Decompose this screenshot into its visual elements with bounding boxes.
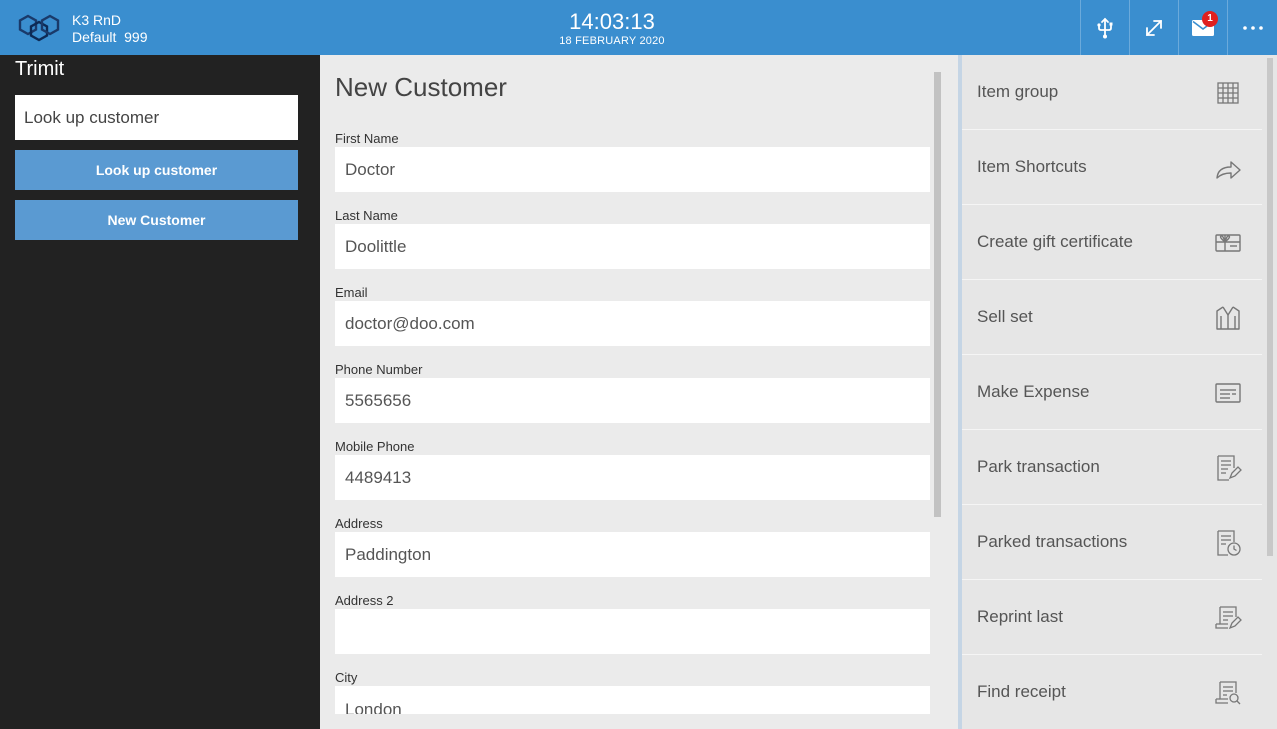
usb-icon (1097, 17, 1113, 38)
action-sell-set[interactable]: Sell set (962, 280, 1262, 355)
customer-panel: Trimit Look up customer New Customer (0, 55, 320, 729)
messages-button[interactable]: 1 (1178, 0, 1227, 55)
reprint-icon (1215, 606, 1242, 630)
action-label: Reprint last (977, 607, 1063, 626)
last-name-label: Last Name (335, 208, 398, 223)
company-name: K3 RnD (72, 12, 122, 28)
new-customer-form: New Customer First Name Last Name Email … (320, 55, 945, 729)
action-label: Park transaction (977, 457, 1100, 476)
action-create-gift-certificate[interactable]: Create gift certificate (962, 205, 1262, 280)
action-find-receipt[interactable]: Find receipt (962, 655, 1262, 729)
park-receipt-icon (1217, 455, 1242, 481)
action-label: Item Shortcuts (977, 157, 1087, 176)
mobile-phone-label: Mobile Phone (335, 439, 415, 454)
expand-icon (1146, 19, 1162, 36)
action-label: Item group (977, 82, 1059, 101)
action-label: Make Expense (977, 382, 1090, 401)
parked-clock-icon (1217, 530, 1241, 556)
action-item-shortcuts[interactable]: Item Shortcuts (962, 130, 1262, 205)
actions-scrollbar[interactable] (1267, 58, 1273, 556)
actions-panel: Item group Item Shortcuts Create gift ce… (958, 55, 1277, 729)
panel-title: Trimit (15, 58, 65, 80)
jacket-icon (1216, 306, 1240, 330)
grid-icon (1217, 82, 1239, 104)
address-field[interactable] (335, 532, 930, 577)
city-label: City (335, 670, 358, 685)
phone-number-label: Phone Number (335, 362, 423, 377)
first-name-field[interactable] (335, 147, 930, 192)
action-label: Find receipt (977, 682, 1066, 701)
usb-button[interactable] (1080, 0, 1129, 55)
address-label: Address (335, 516, 383, 531)
more-button[interactable] (1227, 0, 1277, 55)
expand-button[interactable] (1129, 0, 1178, 55)
clock: 14:03:13 18 FEBRUARY 2020 (512, 10, 712, 48)
customer-search-input[interactable] (15, 95, 298, 140)
clock-date: 18 FEBRUARY 2020 (559, 35, 665, 47)
action-label: Create gift certificate (977, 232, 1133, 251)
new-customer-button[interactable]: New Customer (15, 200, 298, 240)
action-label: Sell set (977, 307, 1033, 326)
top-bar: K3 RnD Default 999 14:03:13 18 FEBRUARY … (0, 0, 1277, 55)
email-field[interactable] (335, 301, 930, 346)
store-name: Default 999 (72, 29, 148, 45)
action-parked-transactions[interactable]: Parked transactions (962, 505, 1262, 580)
find-receipt-icon (1215, 681, 1241, 705)
store-info: K3 RnD Default 999 (72, 12, 148, 46)
address-2-label: Address 2 (335, 593, 394, 608)
form-title: New Customer (335, 72, 507, 102)
first-name-label: First Name (335, 131, 399, 146)
email-label: Email (335, 285, 368, 300)
action-label: Parked transactions (977, 532, 1128, 551)
action-item-group[interactable]: Item group (962, 55, 1262, 130)
share-arrow-icon (1216, 161, 1241, 179)
last-name-field[interactable] (335, 224, 930, 269)
gift-card-icon (1215, 234, 1241, 252)
phone-number-field[interactable] (335, 378, 930, 423)
action-park-transaction[interactable]: Park transaction (962, 430, 1262, 505)
action-reprint-last[interactable]: Reprint last (962, 580, 1262, 655)
clock-time: 14:03:13 (569, 9, 655, 34)
expense-doc-icon (1215, 383, 1241, 403)
address-2-field[interactable] (335, 609, 930, 654)
more-icon (1242, 25, 1263, 30)
look-up-customer-button[interactable]: Look up customer (15, 150, 298, 190)
action-make-expense[interactable]: Make Expense (962, 355, 1262, 430)
mobile-phone-field[interactable] (335, 455, 930, 500)
notification-badge: 1 (1202, 11, 1218, 27)
k3-logo-icon (18, 14, 60, 42)
city-field[interactable] (335, 686, 930, 714)
form-scrollbar[interactable] (934, 72, 941, 517)
